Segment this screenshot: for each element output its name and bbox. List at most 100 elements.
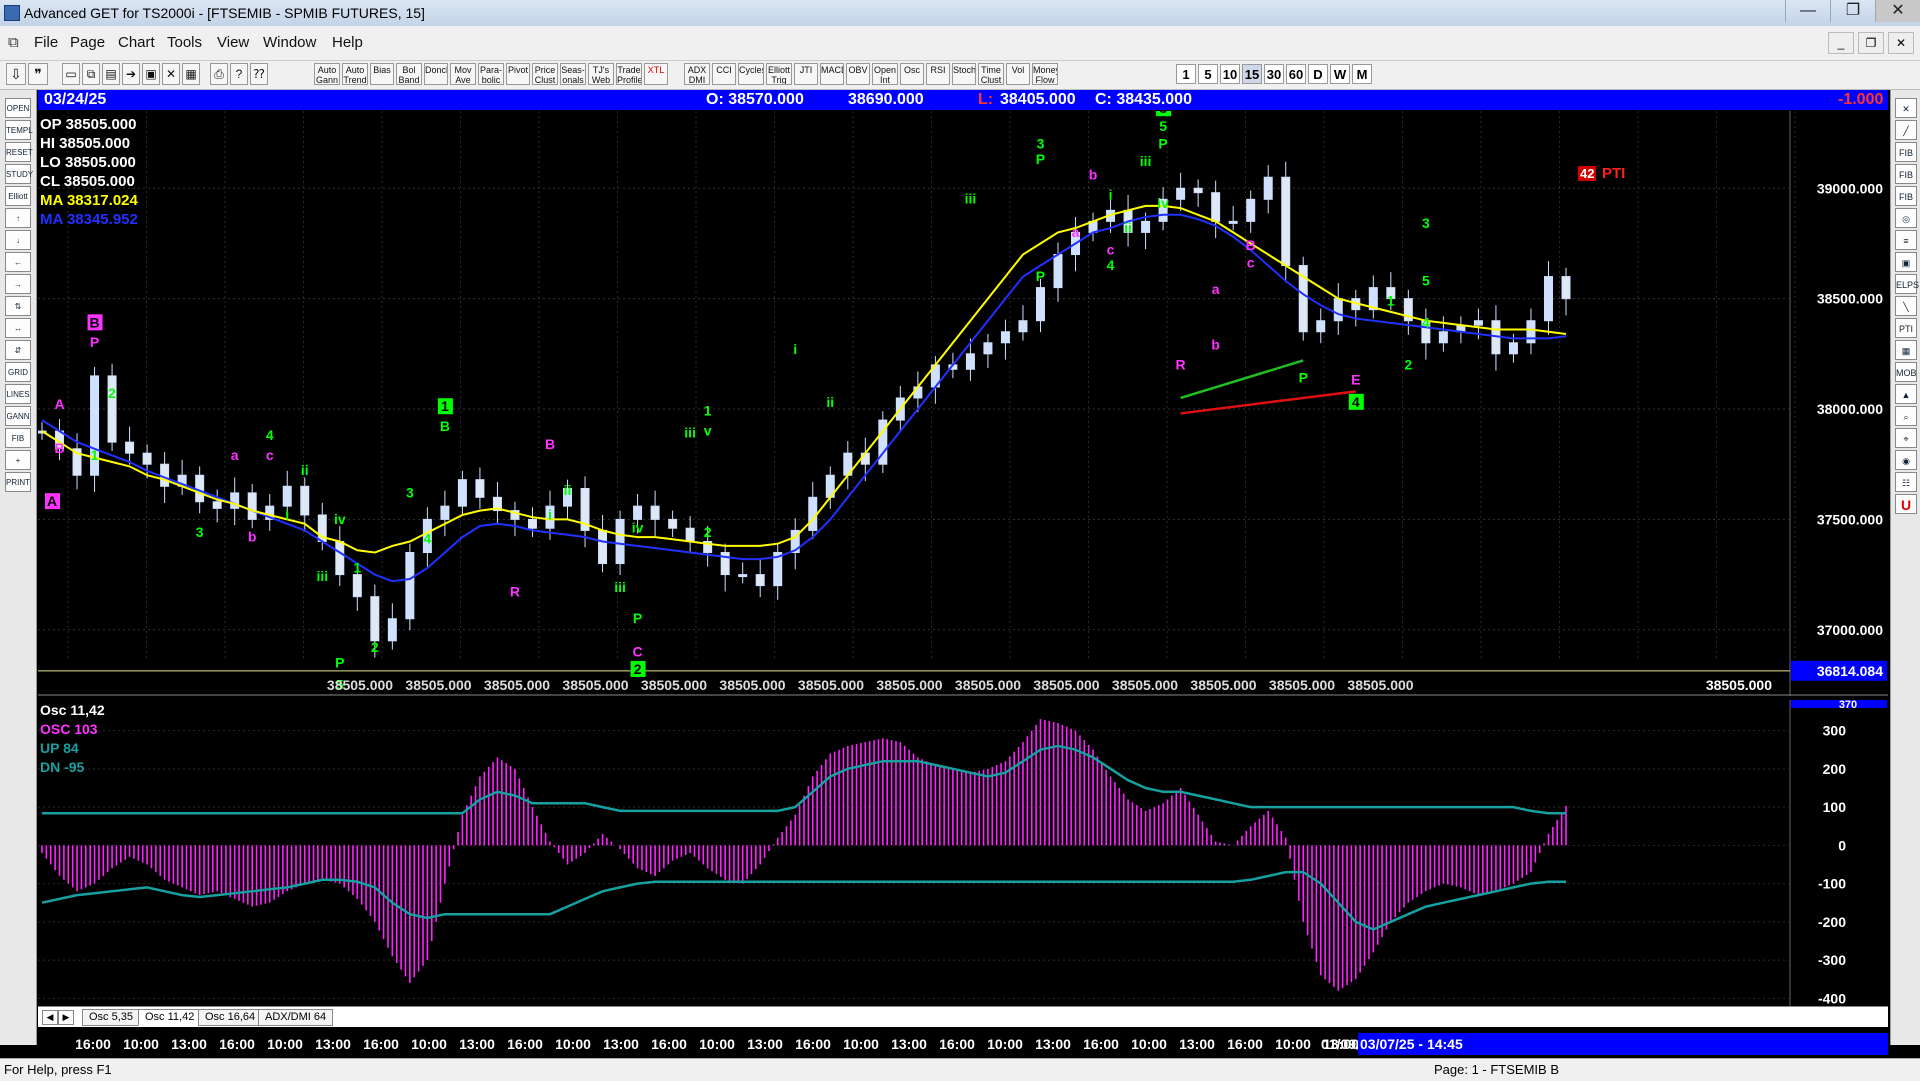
- menu-chart[interactable]: Chart: [118, 34, 155, 51]
- study-button-time-clust[interactable]: Time Clust: [978, 63, 1004, 85]
- document-icon[interactable]: ⧉: [8, 34, 19, 51]
- interval-button-15[interactable]: 15: [1242, 64, 1262, 84]
- mdi-minimize-button[interactable]: _: [1828, 32, 1854, 54]
- left-tool-12-icon[interactable]: GRID: [5, 362, 31, 382]
- right-tool-15-icon[interactable]: ⌖: [1895, 428, 1917, 448]
- interval-button-5[interactable]: 5: [1198, 64, 1218, 84]
- left-tool-8-icon[interactable]: →: [5, 274, 31, 294]
- right-tool-5-icon[interactable]: ◎: [1895, 208, 1917, 228]
- study-button-auto-gann[interactable]: Auto Gann: [314, 63, 340, 85]
- study-button-open-int[interactable]: Open Int: [872, 63, 898, 85]
- study-button-bol-band[interactable]: Bol Band: [396, 63, 422, 85]
- left-tool-13-icon[interactable]: LINES: [5, 384, 31, 404]
- left-tool-1-icon[interactable]: TEMPL: [5, 120, 33, 140]
- maximize-button[interactable]: ❐: [1830, 0, 1875, 22]
- help-icon[interactable]: ?: [230, 63, 248, 85]
- left-tool-10-icon[interactable]: ↔: [5, 318, 31, 338]
- right-tool-3-icon[interactable]: FIB EXT: [1895, 164, 1917, 200]
- left-tool-16-icon[interactable]: +: [5, 450, 31, 470]
- context-help-icon[interactable]: ⁇: [250, 63, 268, 85]
- study-button-pivot[interactable]: Pivot: [506, 63, 530, 85]
- left-tool-7-icon[interactable]: ←: [5, 252, 31, 272]
- study-button-macd[interactable]: MACD: [820, 63, 844, 85]
- tab-scroll-right-icon[interactable]: ▶: [58, 1010, 74, 1025]
- right-tool-11-icon[interactable]: ▦: [1895, 340, 1917, 360]
- forward-icon[interactable]: ➔: [122, 63, 140, 85]
- menu-view[interactable]: View: [217, 34, 249, 51]
- right-tool-10-icon[interactable]: PTI: [1895, 318, 1917, 338]
- interval-button-60[interactable]: 60: [1286, 64, 1306, 84]
- left-tool-15-icon[interactable]: FIB: [5, 428, 31, 448]
- price-chart[interactable]: 39000.000 38500.000 38000.000 37500.000 3700…: [37, 100, 1888, 713]
- mdi-restore-button[interactable]: ❐: [1858, 32, 1884, 54]
- study-button-cci[interactable]: CCI: [712, 63, 736, 85]
- oscillator-panel[interactable]: 370 300 200 100 0 -100 -200 -300 -400 Osc 11,42 …: [38, 699, 1888, 1006]
- right-tool-13-icon[interactable]: ▲: [1895, 384, 1917, 404]
- open-icon[interactable]: ▤: [102, 63, 120, 85]
- left-tool-14-icon[interactable]: GANN: [5, 406, 31, 426]
- interval-button-1[interactable]: 1: [1176, 64, 1196, 84]
- tab-osc-5-35[interactable]: Osc 5,35: [82, 1009, 141, 1026]
- menu-file[interactable]: File: [34, 34, 58, 51]
- study-button-trade-profile[interactable]: Trade Profile: [616, 63, 642, 85]
- right-tool-8-icon[interactable]: ELPS: [1895, 274, 1919, 294]
- right-tool-14-icon[interactable]: ⌕: [1895, 406, 1917, 426]
- right-tool-6-icon[interactable]: ≡: [1895, 230, 1917, 250]
- right-tool-9-icon[interactable]: ╲: [1895, 296, 1917, 316]
- grid-icon[interactable]: ▦: [182, 63, 200, 85]
- study-button-para-bolic[interactable]: Para-bolic: [478, 63, 504, 85]
- study-button-stoch[interactable]: Stoch: [952, 63, 976, 85]
- right-tool-12-icon[interactable]: MOB: [1895, 362, 1917, 382]
- minimize-button[interactable]: —: [1785, 0, 1830, 22]
- interval-button-m[interactable]: M: [1352, 64, 1372, 84]
- menu-window[interactable]: Window: [263, 34, 316, 51]
- print-icon[interactable]: ⎙: [210, 63, 228, 85]
- tab-adx-dmi-64[interactable]: ADX/DMI 64: [258, 1009, 334, 1026]
- left-tool-3-icon[interactable]: STUDY: [5, 164, 33, 184]
- interval-button-10[interactable]: 10: [1220, 64, 1240, 84]
- new-icon[interactable]: ▭: [62, 63, 80, 85]
- mdi-close-button[interactable]: ✕: [1888, 32, 1914, 54]
- study-button-obv[interactable]: OBV: [846, 63, 870, 85]
- pin-icon[interactable]: ⇩: [6, 63, 26, 85]
- menu-help[interactable]: Help: [332, 34, 363, 51]
- right-tool-4-icon[interactable]: FIB TIME: [1895, 186, 1918, 222]
- left-tool-5-icon[interactable]: ↑: [5, 208, 31, 228]
- menu-page[interactable]: Page: [70, 34, 105, 51]
- study-button-elliott-trig[interactable]: Elliott Trig: [766, 63, 792, 85]
- tab-osc-11-42[interactable]: Osc 11,42: [138, 1009, 202, 1026]
- right-tool-2-icon[interactable]: FIB RET: [1895, 142, 1917, 178]
- study-button-bias[interactable]: Bias: [370, 63, 394, 85]
- copy-icon[interactable]: ⧉: [82, 63, 100, 85]
- study-button-money-flow[interactable]: Money Flow: [1032, 63, 1058, 85]
- study-button-auto-trend[interactable]: Auto Trend: [342, 63, 368, 85]
- right-tool-18-icon[interactable]: U: [1895, 494, 1917, 514]
- interval-button-d[interactable]: D: [1308, 64, 1328, 84]
- right-tool-0-icon[interactable]: ✕: [1895, 98, 1917, 118]
- study-button-osc[interactable]: Osc: [900, 63, 924, 85]
- left-tool-6-icon[interactable]: ↓: [5, 230, 31, 250]
- left-tool-2-icon[interactable]: RESET: [5, 142, 33, 162]
- left-tool-0-icon[interactable]: OPEN: [5, 98, 31, 118]
- study-button-cycles[interactable]: Cycles: [738, 63, 764, 85]
- interval-button-w[interactable]: W: [1330, 64, 1350, 84]
- left-tool-11-icon[interactable]: ⇵: [5, 340, 31, 360]
- window-icon[interactable]: ▣: [142, 63, 160, 85]
- right-tool-17-icon[interactable]: ☷: [1895, 472, 1917, 492]
- menu-tools[interactable]: Tools: [167, 34, 202, 51]
- study-button-mov-ave[interactable]: Mov Ave: [450, 63, 476, 85]
- study-button-xtl[interactable]: XTL: [644, 63, 668, 85]
- close-button[interactable]: ✕: [1875, 0, 1920, 22]
- quote-icon[interactable]: ❞: [28, 63, 48, 85]
- left-tool-9-icon[interactable]: ⇅: [5, 296, 31, 316]
- left-tool-17-icon[interactable]: PRINT: [5, 472, 31, 492]
- left-tool-4-icon[interactable]: Elliott: [5, 186, 31, 206]
- tab-scroll-left-icon[interactable]: ◀: [42, 1010, 58, 1025]
- interval-button-30[interactable]: 30: [1264, 64, 1284, 84]
- cross-icon[interactable]: ✕: [162, 63, 180, 85]
- study-button-adx-dmi[interactable]: ADX DMI: [684, 63, 710, 85]
- right-tool-7-icon[interactable]: ▣: [1895, 252, 1917, 272]
- study-button-price-clust[interactable]: Price Clust: [532, 63, 558, 85]
- study-button-rsi[interactable]: RSI: [926, 63, 950, 85]
- right-tool-1-icon[interactable]: ╱: [1895, 120, 1917, 140]
